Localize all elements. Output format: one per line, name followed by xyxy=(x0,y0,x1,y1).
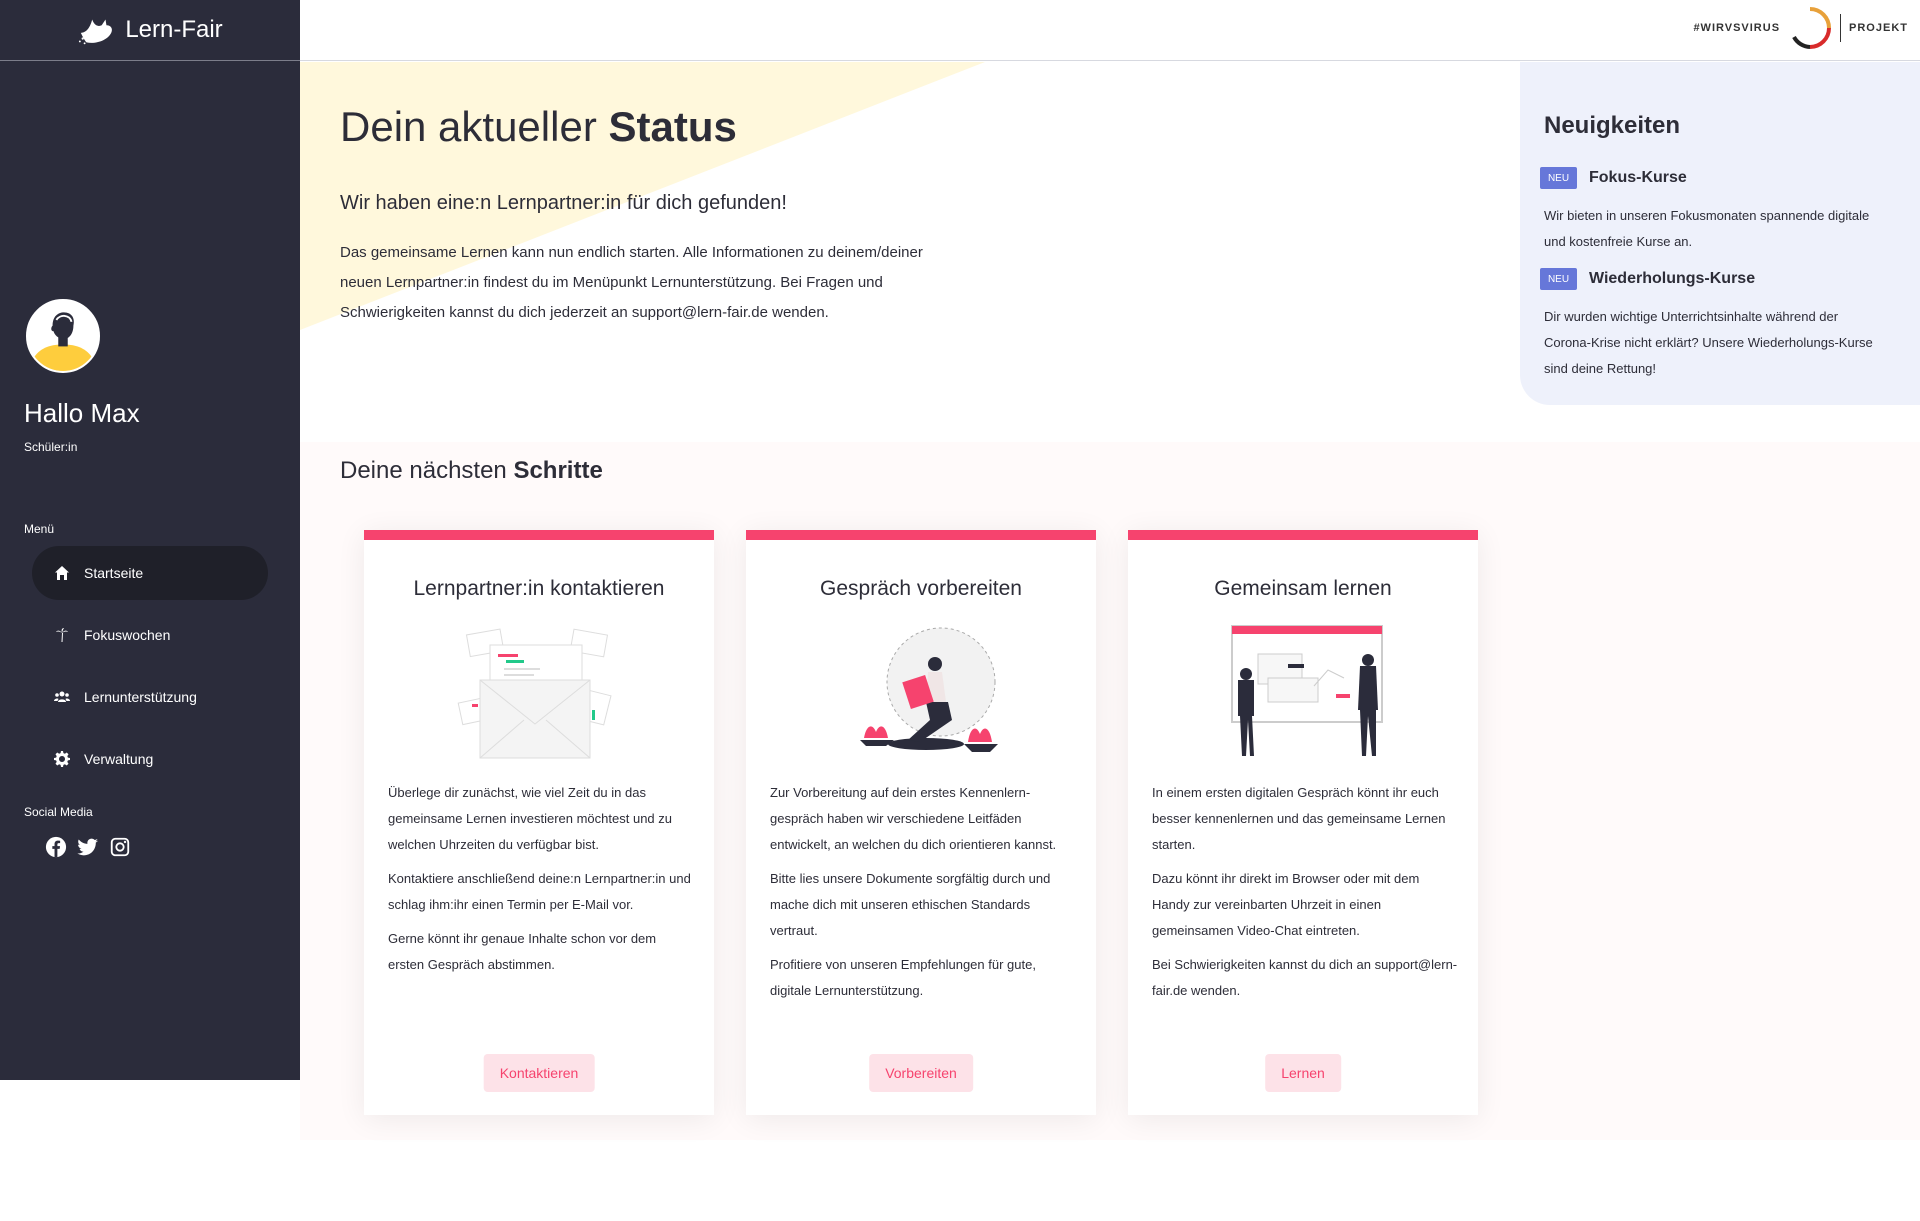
status-subtitle: Wir haben eine:n Lernpartner:in für dich… xyxy=(340,192,787,214)
sidebar-menu: Startseite Fokuswochen Lernunterstützung… xyxy=(32,546,268,794)
card-paragraph: Dazu könnt ihr direkt im Browser oder mi… xyxy=(1152,871,1420,938)
news-item-text: Dir wurden wichtige Unterrichtsinhalte w… xyxy=(1544,309,1873,376)
status-text: Das gemeinsame Lernen kann nun endlich s… xyxy=(340,244,923,321)
card-paragraph: Gerne könnt ihr genaue Inhalte schon vor… xyxy=(388,931,657,972)
new-badge: NEU xyxy=(1540,268,1577,290)
sidebar-item-verwaltung[interactable]: Verwaltung xyxy=(32,732,268,786)
avatar xyxy=(26,299,100,373)
social-links xyxy=(45,836,131,858)
card-title: Lernpartner:in kontaktieren xyxy=(413,577,665,600)
gear-icon xyxy=(54,751,70,767)
sidebar: Lern-Fair Hallo Max Schüler:in Menü Star… xyxy=(0,0,300,1080)
step-card-contact: Lernpartner:in kontaktieren Überlege dir… xyxy=(364,530,714,1115)
envelope-illustration xyxy=(457,628,612,759)
facebook-icon[interactable] xyxy=(45,836,67,858)
steps-title: Deine nächsten Schritte xyxy=(340,457,603,485)
partner-suffix: PROJEKT xyxy=(1849,22,1908,34)
reading-person-illustration xyxy=(860,627,998,752)
user-role: Schüler:in xyxy=(24,440,78,454)
card-title: Gemeinsam lernen xyxy=(1214,577,1392,600)
card-text: Überlege dir zunächst, wie viel Zeit du … xyxy=(388,780,694,986)
card-text: In einem ersten digitalen Gespräch könnt… xyxy=(1152,780,1458,1012)
partner-separator xyxy=(1840,14,1842,42)
status-title-highlight-text: Status xyxy=(608,103,737,150)
sidebar-item-label: Lernunterstützung xyxy=(84,689,197,705)
card-paragraph: In einem ersten digitalen Gespräch könnt… xyxy=(1152,785,1446,852)
user-avatar-icon xyxy=(28,301,98,371)
steps-title-bold: Schritte xyxy=(513,457,603,484)
step-card-prepare: Gespräch vorbereiten Zur Vorbereitung au… xyxy=(746,530,1096,1115)
instagram-icon[interactable] xyxy=(109,836,131,858)
brand-name: Lern-Fair xyxy=(125,16,223,43)
status-title: Dein aktueller Status xyxy=(340,103,753,152)
card-paragraph: Bei Schwierigkeiten kannst du dich an su… xyxy=(1152,957,1458,998)
status-title-prefix: Dein aktueller xyxy=(340,103,597,150)
card-title: Gespräch vorbereiten xyxy=(820,577,1022,600)
sidebar-item-fokuswochen[interactable]: Fokuswochen xyxy=(32,608,268,662)
news-item-text: Wir bieten in unseren Fokusmonaten spann… xyxy=(1544,208,1870,249)
whiteboard-illustration xyxy=(1231,625,1383,756)
bird-logo-icon xyxy=(79,19,113,45)
news-title: Neuigkeiten xyxy=(1544,112,1681,139)
partner-logo[interactable]: #WIRVSVIRUS PROJEKT xyxy=(1693,6,1908,50)
news-panel: Neuigkeiten NEU Fokus-Kurse Wir bieten i… xyxy=(1520,62,1920,405)
palm-tree-icon xyxy=(56,628,68,642)
sidebar-item-startseite[interactable]: Startseite xyxy=(32,546,268,600)
sidebar-item-label: Startseite xyxy=(84,565,144,581)
status-title-highlight: Status xyxy=(600,103,753,152)
prepare-button[interactable]: Vorbereiten xyxy=(869,1054,973,1092)
social-media-label: Social Media xyxy=(24,805,93,819)
news-item-title: Fokus-Kurse xyxy=(1589,169,1687,186)
card-paragraph: Bitte lies unsere Dokumente sorgfältig d… xyxy=(770,871,1051,938)
news-item-head[interactable]: NEU Wiederholungs-Kurse xyxy=(1540,268,1755,290)
sidebar-item-label: Fokuswochen xyxy=(84,627,171,643)
users-icon xyxy=(54,691,70,702)
card-paragraph: Überlege dir zunächst, wie viel Zeit du … xyxy=(388,785,672,852)
sidebar-item-label: Verwaltung xyxy=(84,751,154,767)
user-greeting: Hallo Max xyxy=(24,398,140,428)
learn-button[interactable]: Lernen xyxy=(1265,1054,1341,1092)
news-item-head[interactable]: NEU Fokus-Kurse xyxy=(1540,167,1687,189)
sidebar-item-lernunterstuetzung[interactable]: Lernunterstützung xyxy=(32,670,268,724)
twitter-icon[interactable] xyxy=(77,836,99,858)
step-card-learn: Gemeinsam lernen In einem ersten digital… xyxy=(1128,530,1478,1115)
brand[interactable]: Lern-Fair xyxy=(0,0,300,61)
new-badge: NEU xyxy=(1540,167,1577,189)
card-paragraph: Profitiere von unseren Empfehlungen für … xyxy=(770,957,1036,998)
home-icon xyxy=(55,566,69,580)
news-item-title: Wiederholungs-Kurse xyxy=(1589,270,1756,287)
steps-title-prefix: Deine nächsten xyxy=(340,457,507,484)
contact-button[interactable]: Kontaktieren xyxy=(483,1054,595,1092)
partner-name: #WIRVSVIRUS xyxy=(1693,22,1781,34)
card-text: Zur Vorbereitung auf dein erstes Kennenl… xyxy=(770,780,1076,1012)
card-paragraph: Kontaktiere anschließend deine:n Lernpar… xyxy=(388,871,691,912)
partner-ring-icon xyxy=(1792,7,1832,49)
top-bar: #WIRVSVIRUS PROJEKT xyxy=(300,0,1920,61)
menu-label: Menü xyxy=(24,522,55,536)
card-paragraph: Zur Vorbereitung auf dein erstes Kennenl… xyxy=(770,785,1057,852)
